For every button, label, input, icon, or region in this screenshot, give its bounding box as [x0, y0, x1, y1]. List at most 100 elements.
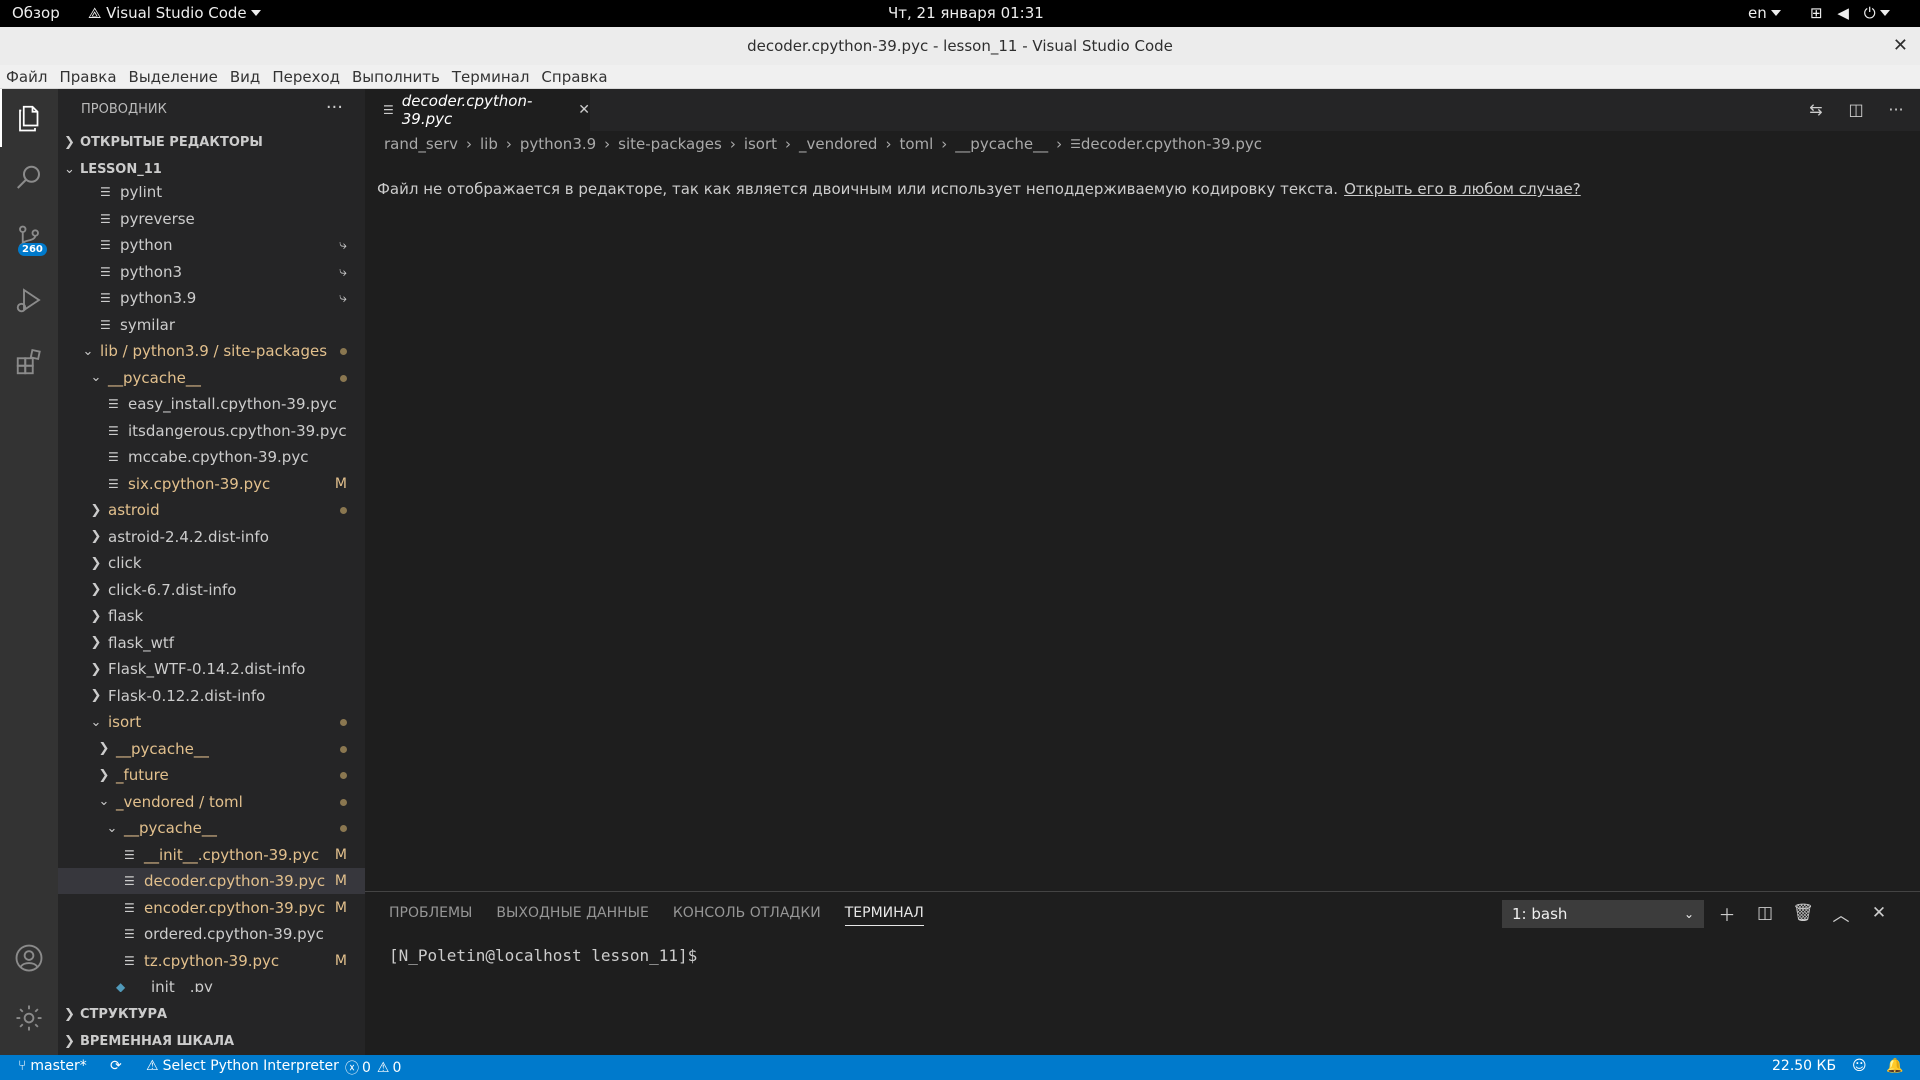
tree-file[interactable]: ☰ symilar [58, 312, 365, 338]
accounts-icon[interactable] [0, 929, 58, 987]
explorer-icon[interactable] [0, 89, 58, 147]
search-icon[interactable] [0, 149, 58, 207]
tree-file[interactable]: ◆ __init__.py [58, 974, 365, 992]
tree-folder[interactable]: ❯ astroid-2.4.2.dist-info [58, 524, 365, 550]
panel-tab[interactable]: КОНСОЛЬ ОТЛАДКИ [673, 900, 821, 926]
breadcrumb-item[interactable]: python3.9 [520, 135, 596, 153]
modified-dot-icon [340, 502, 347, 518]
tree-file[interactable]: ☰ encoder.cpython-39.pyc M [58, 895, 365, 921]
menu-item[interactable]: Выполнить [346, 65, 446, 89]
file-icon: ☰ [108, 423, 119, 438]
chevron-down-icon: ⌄ [82, 343, 94, 359]
tree-item-label: flask_wtf [108, 633, 175, 652]
tree-folder[interactable]: ❯ astroid [58, 497, 365, 523]
symlink-icon: ⤷ [339, 290, 347, 306]
tree-folder[interactable]: ⌄ isort [58, 709, 365, 735]
maximize-panel-icon[interactable]: ︿ [1831, 900, 1851, 926]
settings-gear-icon[interactable] [0, 989, 58, 1047]
extensions-icon[interactable] [0, 333, 58, 391]
tree-folder[interactable]: ❯ Flask_WTF-0.14.2.dist-info [58, 656, 365, 682]
breadcrumb-item[interactable]: site-packages [618, 135, 722, 153]
terminal-select[interactable]: 1: bash ⌄ [1502, 900, 1704, 928]
open-editors-section[interactable]: ❯ ОТКРЫТЫЕ РЕДАКТОРЫ [58, 129, 365, 156]
split-terminal-icon[interactable]: ◫ [1755, 900, 1775, 926]
panel-tab[interactable]: ПРОБЛЕМЫ [389, 900, 472, 926]
tree-file[interactable]: ☰ __init__.cpython-39.pyc M [58, 842, 365, 868]
tree-file[interactable]: ☰ pyreverse [58, 206, 365, 232]
terminal-prompt[interactable]: [N_Poletin@localhost lesson_11]$ [389, 946, 697, 965]
breadcrumb-item[interactable]: rand_serv [384, 135, 458, 153]
outline-section[interactable]: ❯ СТРУКТУРА [58, 1001, 365, 1028]
split-editor-icon[interactable]: ◫ [1846, 99, 1866, 119]
new-terminal-icon[interactable]: ＋ [1717, 900, 1737, 926]
app-menu[interactable]: ⟁ Visual Studio Code [88, 4, 261, 22]
sync-icon[interactable]: ⟳ [110, 1058, 122, 1074]
tree-folder[interactable]: ⌄ __pycache__ [58, 815, 365, 841]
editor-tab-decoder[interactable]: ☰ decoder.cpython-39.pyc ✕ [365, 89, 590, 131]
tree-file[interactable]: ☰ easy_install.cpython-39.pyc [58, 391, 365, 417]
tree-folder[interactable]: ❯ Flask-0.12.2.dist-info [58, 683, 365, 709]
tree-folder[interactable]: ❯ flask [58, 603, 365, 629]
file-icon: ☰ [1070, 137, 1081, 151]
open-anyway-link[interactable]: Открыть его в любом случае? [1344, 180, 1581, 198]
language-switcher[interactable]: en [1748, 4, 1781, 22]
tree-file[interactable]: ☰ tz.cpython-39.pyc M [58, 948, 365, 974]
panel-tab[interactable]: ТЕРМИНАЛ [844, 900, 924, 926]
tree-folder[interactable]: ⌄ _vendored / toml [58, 789, 365, 815]
menu-item[interactable]: Справка [535, 65, 613, 89]
tree-folder[interactable]: ❯ click [58, 550, 365, 576]
tree-file[interactable]: ☰ itsdangerous.cpython-39.pyc [58, 418, 365, 444]
chevron-right-icon: ❯ [90, 688, 102, 703]
overview-button[interactable]: Обзор [12, 4, 60, 22]
workspace-section[interactable]: ⌄ LESSON_11 [58, 156, 365, 183]
problems-indicator[interactable]: ⓧ 0 ⚠ 0 [345, 1058, 401, 1078]
tree-file[interactable]: ☰ python ⤷ [58, 232, 365, 258]
breadcrumb-item[interactable]: _vendored [799, 135, 877, 153]
open-changes-icon[interactable]: ⇆ [1806, 99, 1826, 119]
trash-icon[interactable]: 🗑 [1792, 900, 1814, 926]
menu-item[interactable]: Вид [224, 65, 266, 89]
menu-item[interactable]: Файл [0, 65, 53, 89]
breadcrumb-item[interactable]: toml [899, 135, 933, 153]
more-actions-icon[interactable]: ··· [326, 97, 343, 118]
breadcrumb-item[interactable]: lib [480, 135, 498, 153]
close-window-icon[interactable]: ✕ [1893, 27, 1908, 65]
menu-item[interactable]: Терминал [446, 65, 536, 89]
panel-tab[interactable]: ВЫХОДНЫЕ ДАННЫЕ [496, 900, 648, 926]
tree-file[interactable]: ☰ six.cpython-39.pyc M [58, 471, 365, 497]
timeline-section[interactable]: ❯ ВРЕМЕННАЯ ШКАЛА [58, 1028, 365, 1055]
tree-folder[interactable]: ❯ click-6.7.dist-info [58, 577, 365, 603]
tree-file[interactable]: ☰ decoder.cpython-39.pyc M [58, 868, 365, 894]
menu-item[interactable]: Правка [53, 65, 122, 89]
close-panel-icon[interactable]: ✕ [1869, 900, 1889, 926]
tree-file[interactable]: ☰ python3 ⤷ [58, 259, 365, 285]
clock[interactable]: Чт, 21 января 01:31 [888, 4, 1044, 22]
tree-folder[interactable]: ⌄ __pycache__ [58, 365, 365, 391]
branch-indicator[interactable]: ⑂ master* [18, 1058, 87, 1074]
modified-dot-icon [340, 820, 347, 836]
source-control-icon[interactable]: 260 [0, 209, 58, 267]
run-debug-icon[interactable] [0, 271, 58, 329]
tree-folder[interactable]: ❯ _future [58, 762, 365, 788]
chevron-right-icon: ❯ [90, 661, 102, 677]
breadcrumb-item[interactable]: decoder.cpython-39.pyc [1081, 135, 1262, 153]
file-icon: ☰ [100, 291, 111, 305]
breadcrumb-item[interactable]: __pycache__ [955, 135, 1048, 153]
breadcrumb-item[interactable]: isort [744, 135, 777, 153]
feedback-icon[interactable]: ☺ [1852, 1058, 1867, 1074]
more-actions-icon[interactable]: ··· [1886, 99, 1906, 119]
tree-folder[interactable]: ⌄ lib / python3.9 / site-packages [58, 338, 365, 364]
tree-file[interactable]: ☰ mccabe.cpython-39.pyc [58, 444, 365, 470]
bottom-panel: ПРОБЛЕМЫ ВЫХОДНЫЕ ДАННЫЕ КОНСОЛЬ ОТЛАДКИ ТЕ… [365, 891, 1920, 1055]
menu-item[interactable]: Переход [266, 65, 346, 89]
close-tab-icon[interactable]: ✕ [578, 102, 590, 118]
python-interpreter[interactable]: ⚠ Select Python Interpreter [146, 1058, 339, 1074]
tree-file[interactable]: ☰ pylint [58, 186, 365, 205]
tree-folder[interactable]: ❯ flask_wtf [58, 630, 365, 656]
menu-item[interactable]: Выделение [123, 65, 224, 89]
tree-file[interactable]: ☰ ordered.cpython-39.pyc [58, 921, 365, 947]
tree-folder[interactable]: ❯ __pycache__ [58, 736, 365, 762]
tree-file[interactable]: ☰ python3.9 ⤷ [58, 285, 365, 311]
notifications-bell-icon[interactable]: 🔔 [1886, 1058, 1903, 1074]
system-menu[interactable]: ⊞ ◀ ⏻ [1810, 4, 1890, 22]
